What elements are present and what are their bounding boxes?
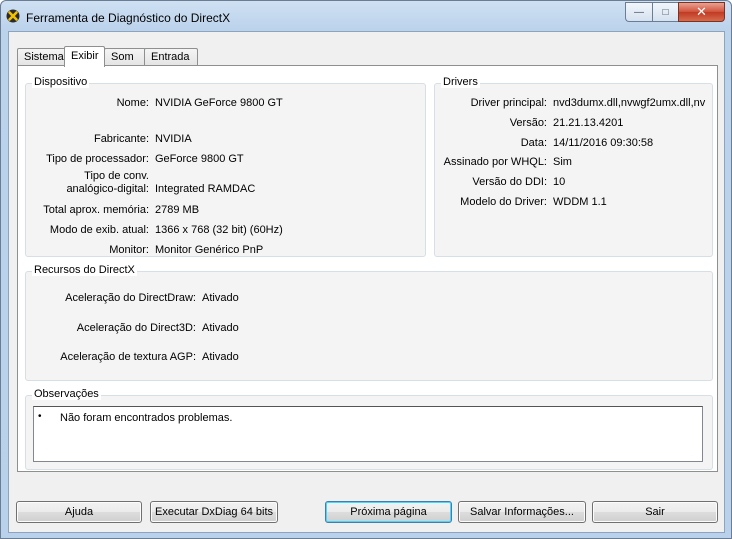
device-monitor-label: Monitor: xyxy=(109,244,149,256)
drivers-group: Drivers Driver principal: nvd3dumx.dll,n… xyxy=(434,76,713,257)
driver-main-value: nvd3dumx.dll,nvwgf2umx.dll,nv xyxy=(553,97,706,109)
driver-version-label: Versão: xyxy=(509,117,547,129)
driver-row-whql: Assinado por WHQL: Sim xyxy=(435,155,712,169)
device-memory-label: Total aprox. memória: xyxy=(43,204,149,216)
driver-model-label: Modelo do Driver: xyxy=(460,196,547,208)
notes-item: Não foram encontrados problemas. xyxy=(60,412,233,424)
maximize-icon: □ xyxy=(662,6,669,18)
directdraw-value: Ativado xyxy=(202,292,239,304)
directx-features-group: Recursos do DirectX Aceleração do Direct… xyxy=(25,264,713,381)
device-row-name: Nome: NVIDIA GeForce 9800 GT xyxy=(26,96,425,110)
title-bar[interactable]: Ferramenta de Diagnóstico do DirectX — □… xyxy=(1,1,731,31)
driver-row-main: Driver principal: nvd3dumx.dll,nvwgf2umx… xyxy=(435,96,712,110)
tab-som[interactable]: Som xyxy=(104,48,146,66)
client-area: Sistema Exibir Som Entrada Dispositivo N… xyxy=(8,31,725,533)
notes-group-title: Observações xyxy=(32,388,101,400)
device-monitor-value: Monitor Genérico PnP xyxy=(155,244,264,256)
device-dac-label-line2: analógico-digital: xyxy=(66,183,149,195)
tab-exibir[interactable]: Exibir xyxy=(64,46,105,67)
device-row-mode: Modo de exib. atual: 1366 x 768 (32 bit)… xyxy=(26,223,425,237)
notes-group: Observações • Não foram encontrados prob… xyxy=(25,388,713,470)
drivers-group-title: Drivers xyxy=(441,76,480,88)
device-row-dac-line1: Tipo de conv. xyxy=(26,169,425,183)
driver-ddi-label: Versão do DDI: xyxy=(472,176,547,188)
tab-entrada[interactable]: Entrada xyxy=(144,48,198,66)
save-info-button[interactable]: Salvar Informações... xyxy=(458,501,586,523)
close-icon: ✕ xyxy=(696,4,707,19)
driver-row-date: Data: 14/11/2016 09:30:58 xyxy=(435,136,712,150)
directdraw-label: Aceleração do DirectDraw: xyxy=(65,292,196,304)
device-manufacturer-value: NVIDIA xyxy=(155,133,192,145)
driver-row-ddi: Versão do DDI: 10 xyxy=(435,175,712,189)
driver-ddi-value: 10 xyxy=(553,176,566,188)
device-processor-label: Tipo de processador: xyxy=(46,153,149,165)
agp-value: Ativado xyxy=(202,351,239,363)
driver-version-value: 21.21.13.4201 xyxy=(553,117,624,129)
device-name-label: Nome: xyxy=(116,97,149,109)
run-dxdiag-64-button[interactable]: Executar DxDiag 64 bits xyxy=(150,501,278,523)
device-mode-value: 1366 x 768 (32 bit) (60Hz) xyxy=(155,224,283,236)
exit-button[interactable]: Sair xyxy=(592,501,718,523)
device-row-dac: analógico-digital: Integrated RAMDAC xyxy=(26,182,425,196)
tab-panel-exibir: Dispositivo Nome: NVIDIA GeForce 9800 GT… xyxy=(17,65,718,472)
notes-textbox[interactable]: • Não foram encontrados problemas. xyxy=(33,406,703,462)
window-title: Ferramenta de Diagnóstico do DirectX xyxy=(26,11,231,25)
driver-model-value: WDDM 1.1 xyxy=(553,196,607,208)
device-memory-value: 2789 MB xyxy=(155,204,200,216)
driver-date-value: 14/11/2016 09:30:58 xyxy=(553,137,654,149)
device-manufacturer-label: Fabricante: xyxy=(93,133,149,145)
device-group: Dispositivo Nome: NVIDIA GeForce 9800 GT… xyxy=(25,76,426,257)
device-processor-value: GeForce 9800 GT xyxy=(155,153,244,165)
driver-date-label: Data: xyxy=(520,137,547,149)
next-page-button[interactable]: Próxima página xyxy=(325,501,452,523)
driver-whql-value: Sim xyxy=(553,156,572,168)
device-row-memory: Total aprox. memória: 2789 MB xyxy=(26,203,425,217)
driver-main-label: Driver principal: xyxy=(470,97,547,109)
driver-row-model: Modelo do Driver: WDDM 1.1 xyxy=(435,195,712,209)
agp-label: Aceleração de textura AGP: xyxy=(60,351,196,363)
device-row-manufacturer: Fabricante: NVIDIA xyxy=(26,132,425,146)
device-mode-label: Modo de exib. atual: xyxy=(49,224,149,236)
notes-bullet: • xyxy=(38,411,42,422)
directx-features-title: Recursos do DirectX xyxy=(32,264,137,276)
caption-buttons: — □ ✕ xyxy=(625,2,725,22)
driver-whql-label: Assinado por WHQL: xyxy=(443,156,547,168)
direct3d-label: Aceleração do Direct3D: xyxy=(76,322,196,334)
help-button[interactable]: Ajuda xyxy=(16,501,142,523)
device-name-value: NVIDIA GeForce 9800 GT xyxy=(155,97,283,109)
minimize-button[interactable]: — xyxy=(625,2,652,22)
driver-row-version: Versão: 21.21.13.4201 xyxy=(435,116,712,130)
device-row-monitor: Monitor: Monitor Genérico PnP xyxy=(26,243,425,257)
directx-row-direct3d: Aceleração do Direct3D: Ativado xyxy=(26,321,712,335)
device-group-title: Dispositivo xyxy=(32,76,90,88)
dxdiag-window: Ferramenta de Diagnóstico do DirectX — □… xyxy=(0,0,732,539)
device-dac-value: Integrated RAMDAC xyxy=(155,183,256,195)
directx-x-icon xyxy=(6,9,20,23)
directx-row-agp: Aceleração de textura AGP: Ativado xyxy=(26,350,712,364)
close-button[interactable]: ✕ xyxy=(678,2,725,22)
minimize-icon: — xyxy=(634,6,644,18)
device-dac-label-line1: Tipo de conv. xyxy=(84,170,149,182)
maximize-button[interactable]: □ xyxy=(652,2,678,22)
direct3d-value: Ativado xyxy=(202,322,239,334)
tab-sistema[interactable]: Sistema xyxy=(17,48,66,66)
device-row-processor: Tipo de processador: GeForce 9800 GT xyxy=(26,152,425,166)
directx-row-directdraw: Aceleração do DirectDraw: Ativado xyxy=(26,291,712,305)
